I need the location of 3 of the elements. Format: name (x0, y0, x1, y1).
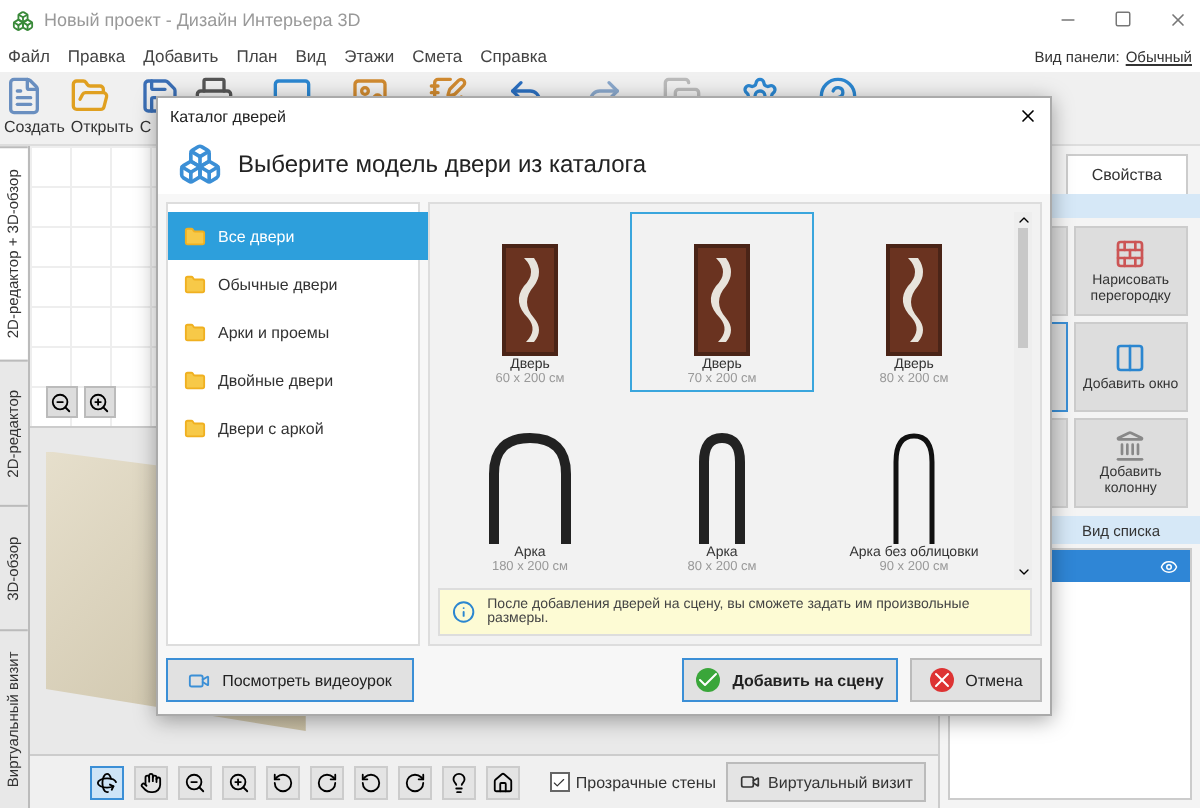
window-title: Новый проект - Дизайн Интерьера 3D (44, 10, 363, 30)
dialog-title: Каталог дверей (170, 107, 286, 125)
dialog-heading: Выберите модель двери из каталога (238, 150, 647, 178)
